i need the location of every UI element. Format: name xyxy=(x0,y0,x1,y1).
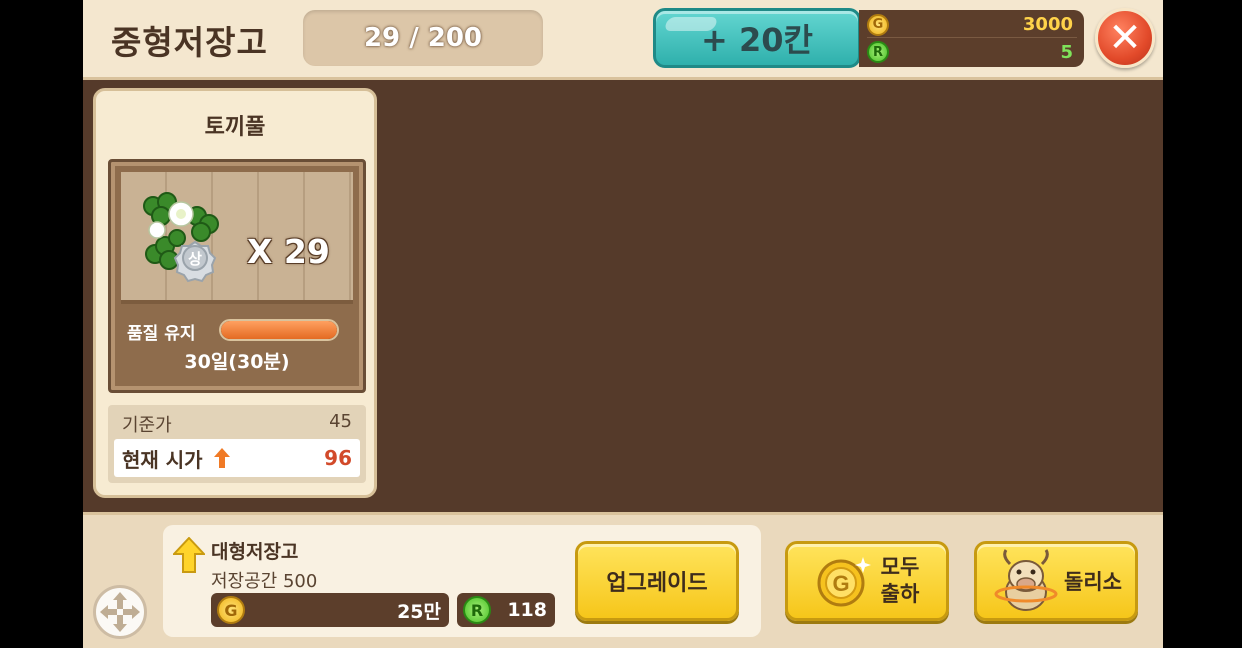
gold-coin-icon: G xyxy=(867,13,889,36)
move-button[interactable] xyxy=(93,585,147,639)
current-price-row: 현재 시가 96 xyxy=(114,439,360,477)
close-icon: ✕ xyxy=(1108,15,1142,61)
item-card[interactable]: 토끼풀 상 X 29 품질 유지 30일(30분) 기준가 45 현재 시가 9… xyxy=(93,88,377,498)
current-price-value: 96 xyxy=(324,446,352,470)
quality-bar xyxy=(219,319,339,341)
gold-amount: 3000 xyxy=(1022,14,1073,35)
upgrade-storage: 저장공간 500 xyxy=(211,571,318,592)
item-display: 상 X 29 xyxy=(121,172,353,304)
quality-label: 품질 유지 xyxy=(127,324,196,344)
base-price-label: 기준가 xyxy=(122,415,172,436)
svg-text:G: G xyxy=(832,571,849,596)
storage-screen: 중형저장고 29 / 200 + 20칸 G 3000 R 5 ✕ 토끼풀 상 … xyxy=(83,0,1163,648)
ruby-coin-icon: R xyxy=(867,41,889,63)
upgrade-arrow-icon xyxy=(173,537,205,573)
ruby-balance: R 5 xyxy=(867,39,1077,65)
item-quantity: X 29 xyxy=(247,232,330,271)
roulette-button[interactable]: 돌리소 xyxy=(974,541,1138,621)
clover-icon: 상 xyxy=(143,192,219,283)
currency-panel: G 3000 R 5 xyxy=(859,10,1084,67)
gold-cost-value: 25만 xyxy=(397,600,441,623)
roulette-label: 돌리소 xyxy=(1064,570,1122,594)
base-price-value: 45 xyxy=(329,411,352,432)
header-bar: 중형저장고 29 / 200 + 20칸 G 3000 R 5 ✕ xyxy=(83,0,1163,80)
gold-coin-icon: G xyxy=(217,596,245,624)
quality-duration: 30일(30분) xyxy=(184,351,290,373)
upgrade-gold-cost: G 25만 xyxy=(211,593,449,627)
capacity-display: 29 / 200 xyxy=(303,10,543,66)
arrow-up-icon xyxy=(213,448,230,468)
item-crate: 상 X 29 품질 유지 30일(30분) xyxy=(108,159,366,393)
bottom-bar: 대형저장고 저장공간 500 G 25만 R 118 업그레이드 G 모두 출하… xyxy=(83,512,1163,648)
quality-bar-fill xyxy=(221,321,337,339)
close-button[interactable]: ✕ xyxy=(1095,8,1155,68)
upgrade-button-label: 업그레이드 xyxy=(606,571,708,596)
current-price-label: 현재 시가 xyxy=(122,447,203,472)
page-title: 중형저장고 xyxy=(111,23,268,62)
gold-coin-icon: G xyxy=(817,557,871,607)
expand-storage-label: + 20칸 xyxy=(701,21,813,59)
move-arrows-icon xyxy=(100,592,140,632)
upgrade-ruby-cost: R 118 xyxy=(457,593,555,627)
item-name: 토끼풀 xyxy=(204,115,266,140)
upgrade-target-name: 대형저장고 xyxy=(211,541,299,563)
grade-badge: 상 xyxy=(188,250,202,268)
cow-icon xyxy=(994,549,1058,611)
base-price-row: 기준가 45 xyxy=(122,411,352,437)
ruby-coin-icon: R xyxy=(463,596,491,624)
ship-all-button[interactable]: G 모두 출하 xyxy=(785,541,949,621)
expand-storage-button[interactable]: + 20칸 xyxy=(653,8,861,68)
ship-all-label: 모두 출하 xyxy=(880,554,920,606)
price-panel: 기준가 45 현재 시가 96 xyxy=(108,405,366,483)
ruby-amount: 5 xyxy=(1060,41,1073,63)
gold-balance: G 3000 xyxy=(867,12,1077,38)
ruby-cost-value: 118 xyxy=(507,599,547,621)
upgrade-button[interactable]: 업그레이드 xyxy=(575,541,739,621)
